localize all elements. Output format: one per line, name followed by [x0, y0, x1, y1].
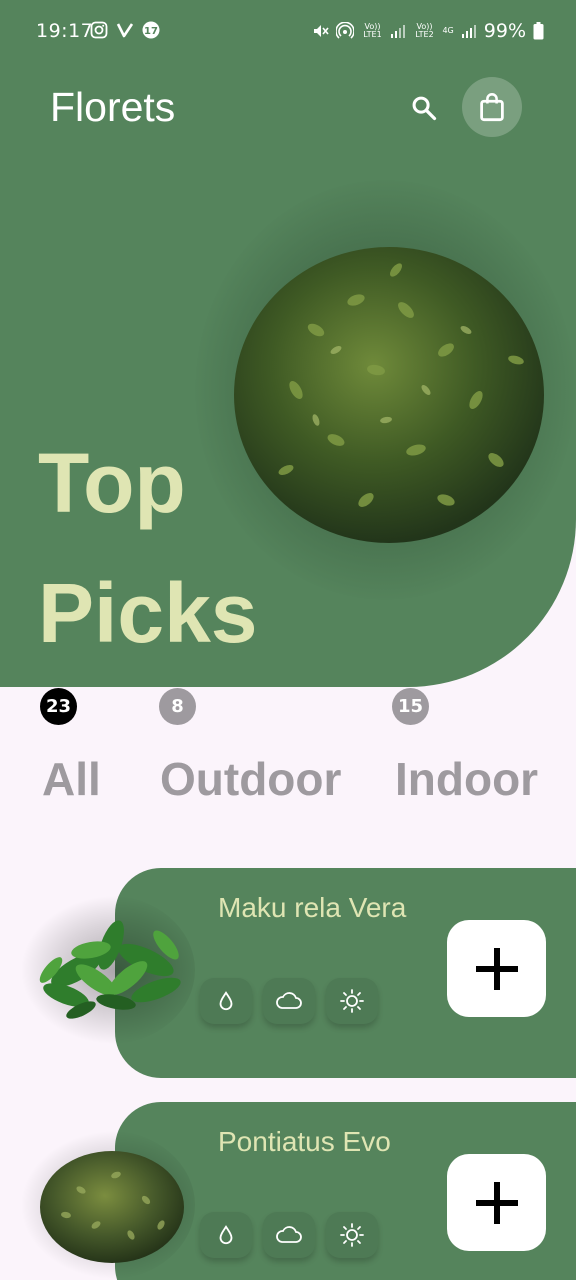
shrub-image: [40, 1151, 184, 1263]
hero-heading-line2: Picks: [38, 566, 258, 660]
network-type-label: 4G: [442, 26, 454, 35]
search-icon: [412, 96, 437, 121]
network-2-label: Vo)) LTE2: [415, 22, 434, 39]
instagram-icon: [90, 21, 108, 39]
tab-outdoor-label: Outdoor: [160, 753, 342, 805]
hero-heading: Top Picks: [38, 418, 258, 678]
sun-icon: [326, 1212, 378, 1258]
status-bar: 19:17 17 Vo)) LTE1 Vo)) LTE2 4G 99%: [0, 0, 576, 64]
tab-indoor-count: 15: [392, 688, 429, 725]
plus-icon: [475, 1181, 518, 1224]
hero-plant-image: [234, 247, 544, 543]
battery-icon: [533, 22, 544, 40]
app-title: Florets: [50, 84, 176, 130]
hero-banner: Florets Top Picks: [0, 0, 576, 687]
add-to-cart-button[interactable]: [447, 920, 546, 1017]
battery-percent: 99%: [483, 20, 526, 42]
cloud-icon: [263, 978, 315, 1024]
status-app-icons: 17: [90, 21, 160, 39]
search-button[interactable]: [402, 86, 446, 130]
signal-2-icon: [461, 25, 476, 38]
product-name: Maku rela Vera: [218, 892, 407, 923]
hero-heading-line1: Top: [38, 436, 186, 530]
tab-all-label: All: [42, 753, 101, 805]
sun-icon: [326, 978, 378, 1024]
tab-outdoor-count: 8: [159, 688, 196, 725]
network-1-label: Vo)) LTE1: [363, 22, 382, 39]
notification-app-icon: 17: [142, 21, 160, 39]
product-name: Pontiatus Evo: [218, 1126, 391, 1157]
svg-text:17: 17: [144, 26, 158, 37]
water-drop-icon: [200, 978, 252, 1024]
signal-1-icon: [391, 25, 406, 38]
shopping-bag-icon: [480, 93, 504, 122]
status-time: 19:17: [36, 20, 94, 42]
status-system-icons: Vo)) LTE1 Vo)) LTE2 4G 99%: [311, 20, 544, 42]
mute-icon: [314, 25, 330, 37]
care-icons: [200, 978, 378, 1024]
category-tabs: 23 All 8 Outdoor 15 Indoor: [0, 688, 576, 828]
tab-indoor-label: Indoor: [395, 753, 539, 805]
care-icons: [200, 1212, 378, 1258]
v-app-icon: [116, 23, 134, 38]
plus-icon: [475, 947, 518, 990]
hotspot-icon: [336, 22, 355, 39]
cart-button[interactable]: [462, 77, 522, 137]
cloud-icon: [263, 1212, 315, 1258]
add-to-cart-button[interactable]: [447, 1154, 546, 1251]
water-drop-icon: [200, 1212, 252, 1258]
leafy-plant-image: [39, 920, 181, 1019]
tab-all-count: 23: [40, 688, 77, 725]
